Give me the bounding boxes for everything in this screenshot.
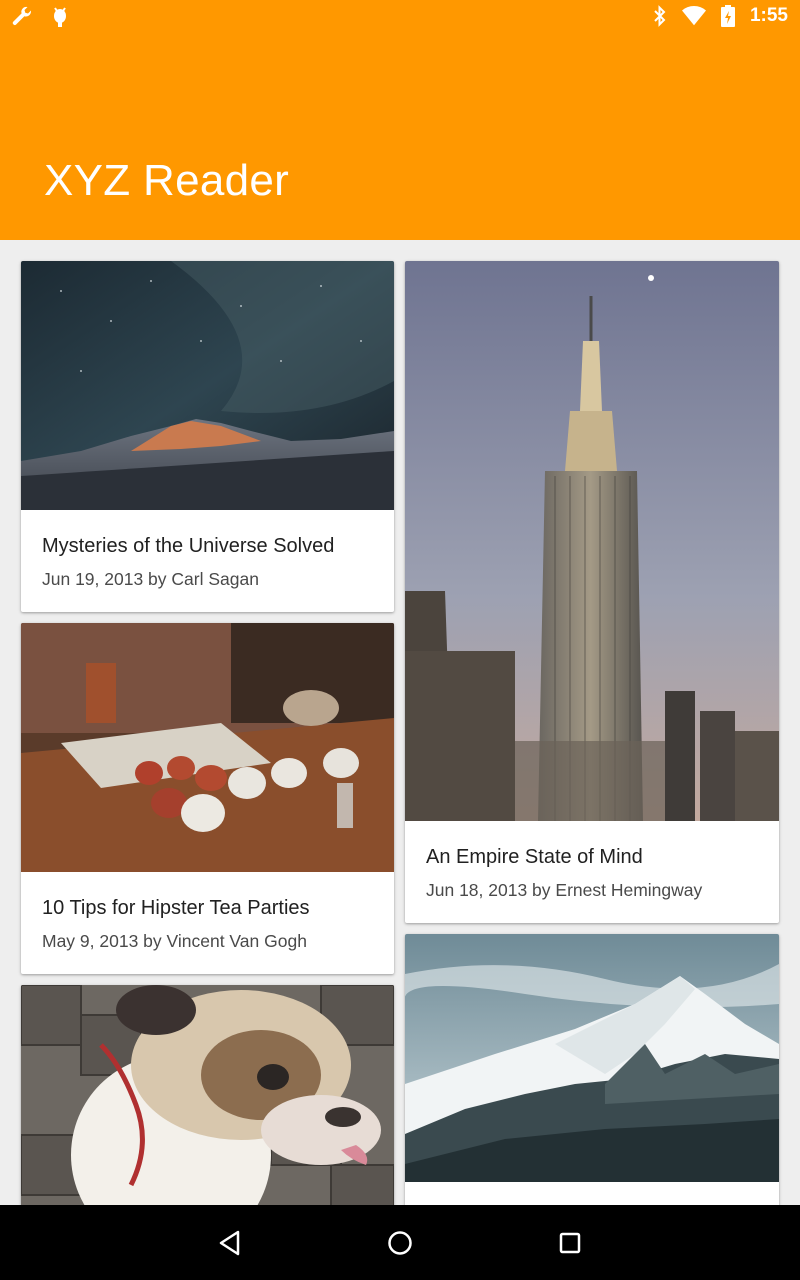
article-card-empire[interactable]: An Empire State of Mind Jun 18, 2013 by … <box>405 261 779 923</box>
status-bar: 1:55 <box>0 0 800 36</box>
article-subtitle: Jun 18, 2013 by Ernest Hemingway <box>426 880 703 900</box>
article-subtitle: May 9, 2013 by Vincent Van Gogh <box>42 931 307 951</box>
wifi-icon <box>681 4 706 28</box>
article-title: An Empire State of Mind <box>426 846 643 868</box>
wrench-icon <box>10 5 34 29</box>
article-subtitle: Jun 19, 2013 by Carl Sagan <box>42 569 259 589</box>
article-card-mountain[interactable] <box>405 934 779 1205</box>
tea-cups-table-image <box>21 623 394 872</box>
recents-icon[interactable] <box>554 1227 586 1259</box>
empire-state-building-image <box>405 261 779 821</box>
battery-charging-icon <box>716 4 740 28</box>
article-card-bulldog[interactable] <box>21 985 394 1205</box>
bluetooth-icon <box>648 4 672 28</box>
navigation-bar <box>0 1205 800 1280</box>
article-grid[interactable]: Mysteries of the Universe Solved Jun 19,… <box>0 240 800 1205</box>
status-time: 1:55 <box>749 5 788 26</box>
night-sky-mountain-image <box>21 261 394 510</box>
app-bar: 1:55 XYZ Reader <box>0 0 800 240</box>
app-root: 1:55 XYZ Reader Mysteries of the Univers… <box>0 0 800 1280</box>
article-card-tea[interactable]: 10 Tips for Hipster Tea Parties May 9, 2… <box>21 623 394 974</box>
home-icon[interactable] <box>384 1227 416 1259</box>
snowy-mountain-image <box>405 934 779 1182</box>
article-card-universe[interactable]: Mysteries of the Universe Solved Jun 19,… <box>21 261 394 612</box>
article-title: 10 Tips for Hipster Tea Parties <box>42 897 310 919</box>
back-icon[interactable] <box>214 1227 246 1259</box>
app-title: XYZ Reader <box>44 156 290 205</box>
article-title: Mysteries of the Universe Solved <box>42 535 335 557</box>
android-debug-icon <box>48 5 72 29</box>
bulldog-image <box>21 985 394 1205</box>
